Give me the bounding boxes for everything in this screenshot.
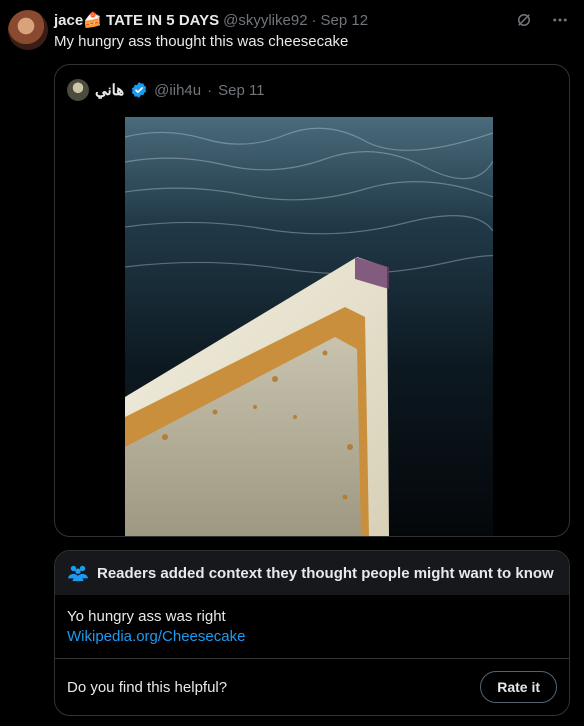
separator-dot: ·	[311, 11, 317, 29]
community-note: Readers added context they thought peopl…	[54, 550, 570, 716]
community-note-title: Readers added context they thought peopl…	[97, 564, 554, 582]
quoted-media-image[interactable]	[125, 117, 493, 536]
quoted-author-name[interactable]: هاني	[95, 81, 124, 99]
community-note-link[interactable]: Wikipedia.org/Cheesecake	[67, 627, 557, 647]
rate-it-button[interactable]: Rate it	[480, 671, 557, 703]
author-avatar[interactable]	[8, 10, 48, 50]
quoted-date[interactable]: Sep 11	[218, 82, 264, 99]
tweet-text: My hungry ass thought this was cheesecak…	[54, 33, 349, 50]
tweet-actions-top	[514, 10, 570, 30]
community-note-header: Readers added context they thought peopl…	[55, 551, 569, 595]
community-note-body: Yo hungry ass was right Wikipedia.org/Ch…	[55, 595, 569, 659]
quoted-header: هاني @iih4u · Sep 11	[67, 77, 265, 103]
people-icon	[68, 565, 88, 582]
grok-icon[interactable]	[514, 10, 534, 30]
verified-badge-icon	[132, 82, 147, 98]
quoted-avatar[interactable]	[67, 79, 89, 101]
quoted-tweet[interactable]: هاني @iih4u · Sep 11	[54, 64, 570, 537]
author-name[interactable]: jace🍰 TATE IN 5 DAYS	[54, 11, 219, 29]
quoted-handle[interactable]: @iih4u	[154, 82, 201, 99]
community-note-text: Yo hungry ass was right	[67, 608, 226, 625]
separator-dot: ·	[207, 81, 213, 99]
more-icon[interactable]	[550, 10, 570, 30]
community-note-footer: Do you find this helpful? Rate it	[55, 659, 569, 715]
tweet-header: jace🍰 TATE IN 5 DAYS @skyylike92 · Sep 1…	[54, 10, 504, 30]
tweet-date[interactable]: Sep 12	[321, 12, 369, 29]
helpful-question: Do you find this helpful?	[67, 678, 228, 696]
author-handle[interactable]: @skyylike92	[223, 12, 307, 29]
